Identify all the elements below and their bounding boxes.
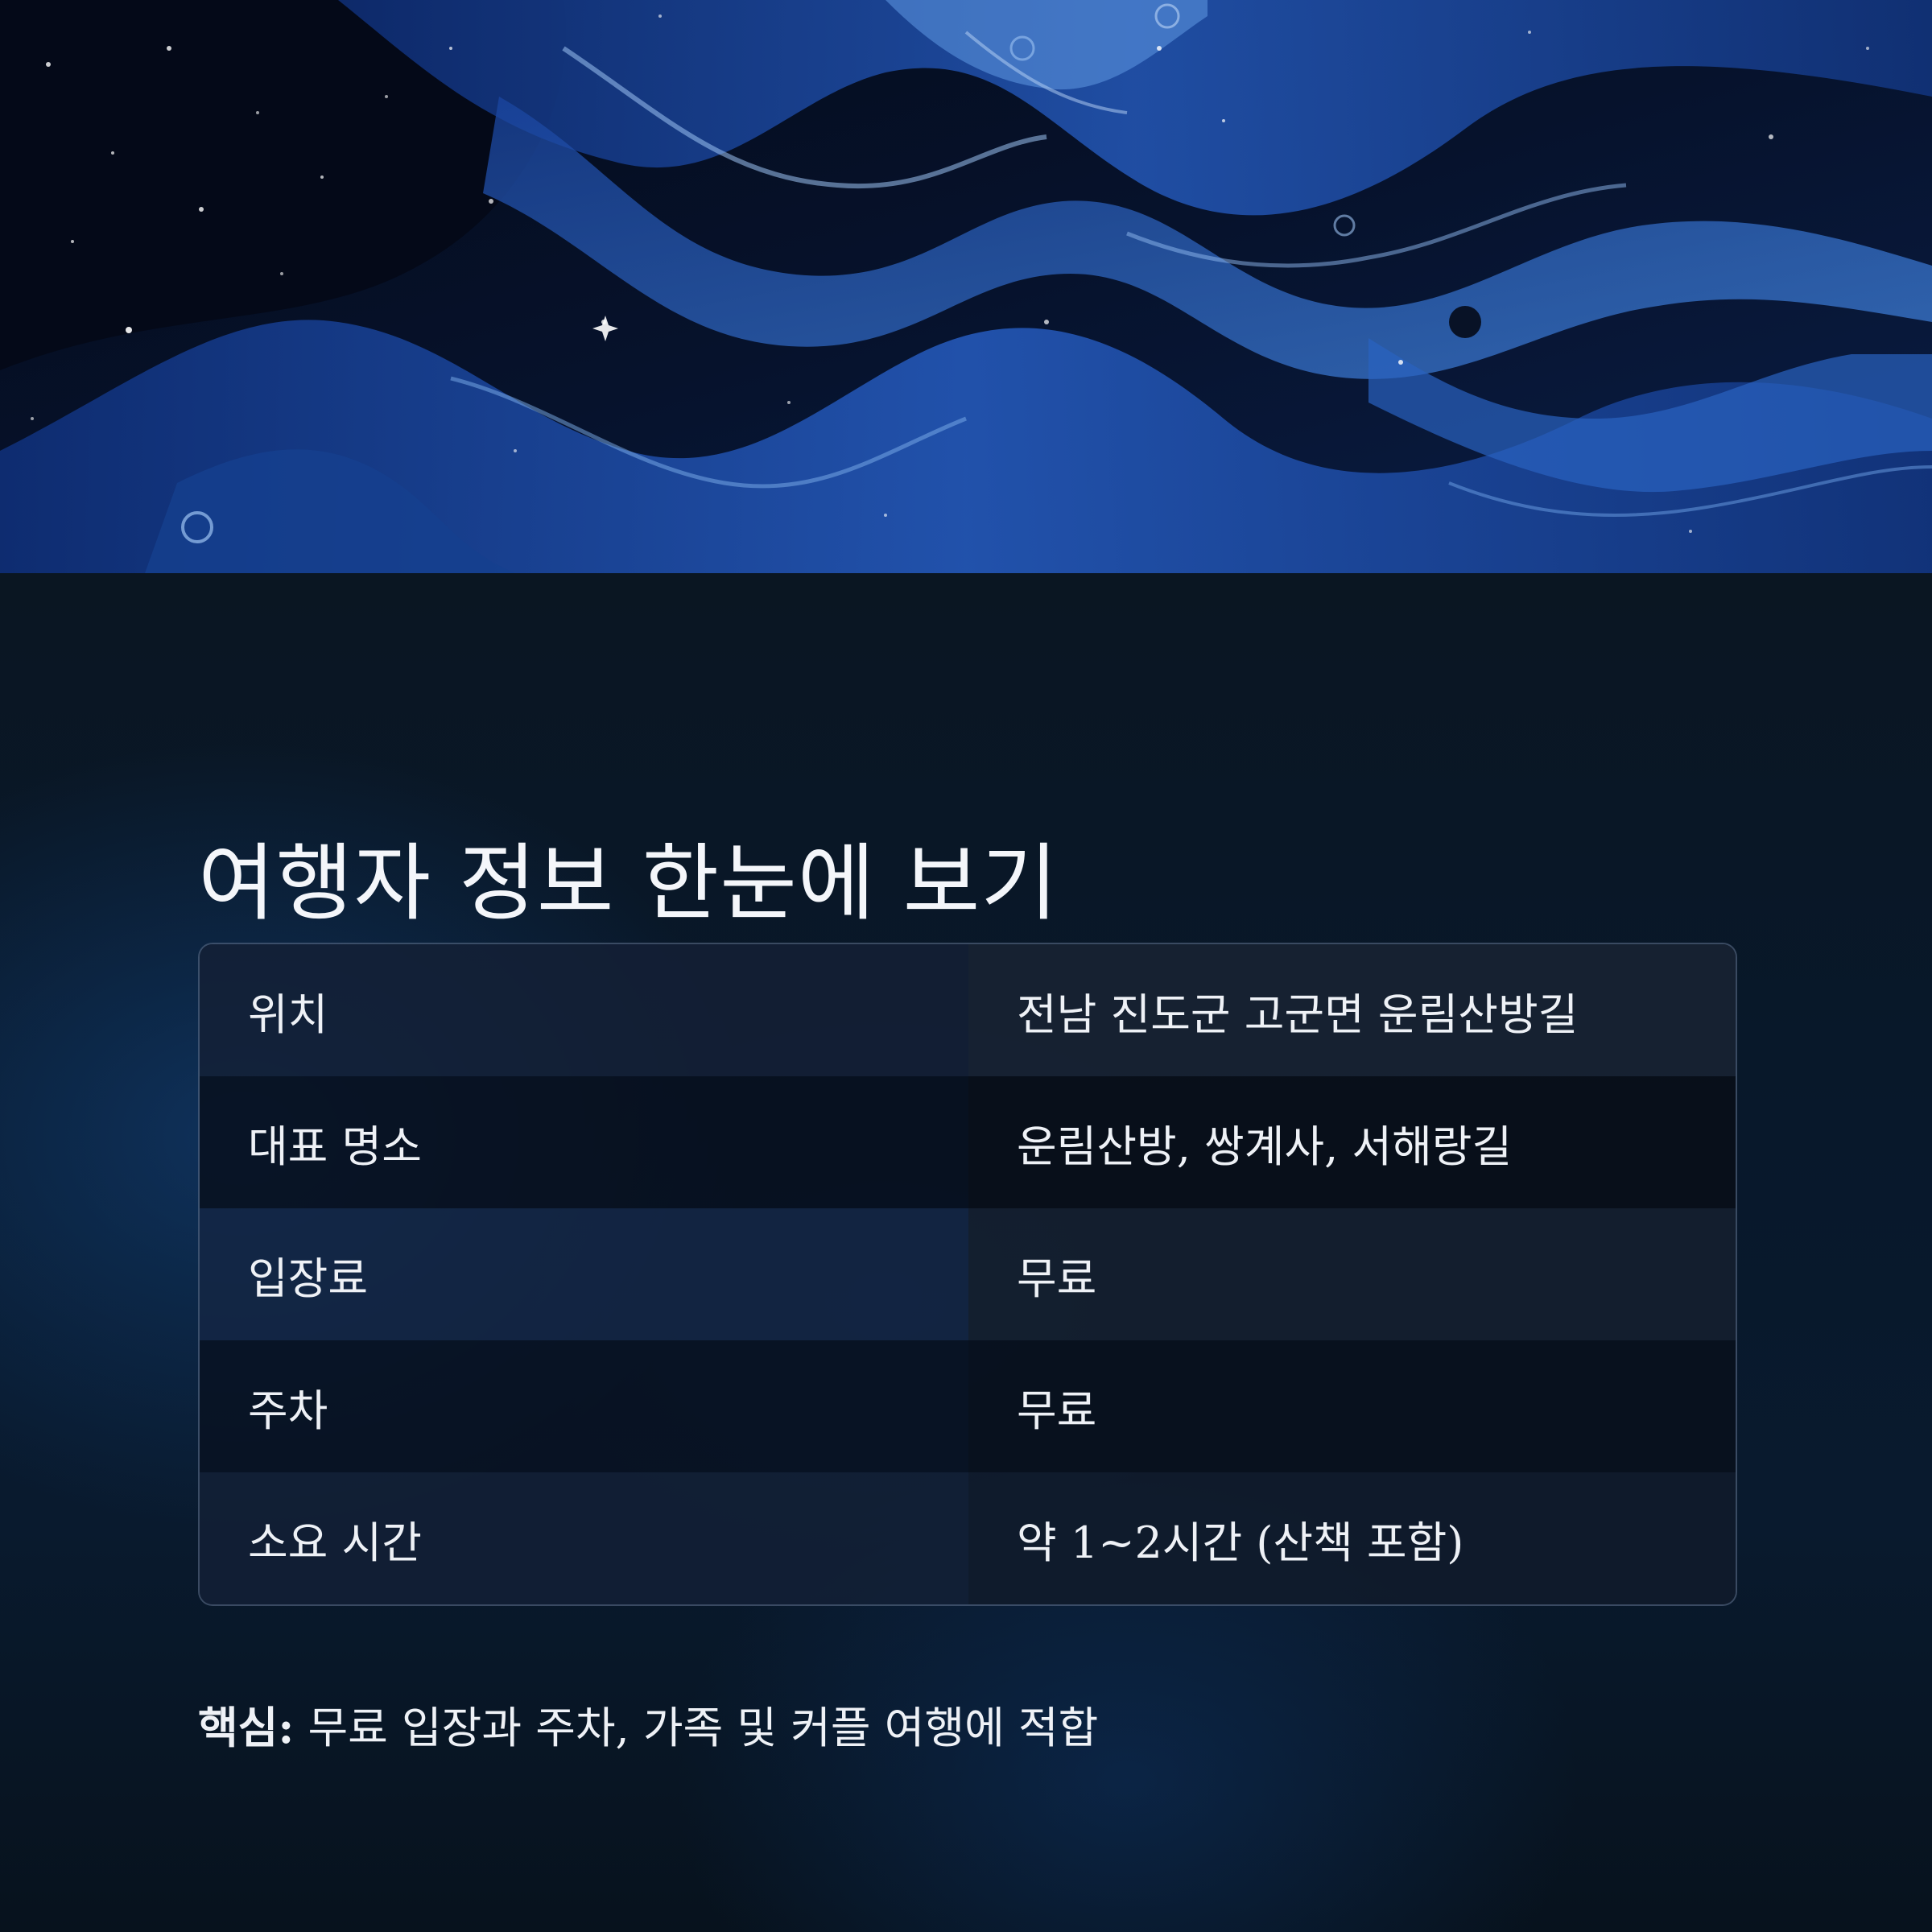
- row-value-parking: 무료: [968, 1340, 1736, 1472]
- row-value-location: 전남 진도군 고군면 운림산방길: [968, 944, 1736, 1076]
- page-title: 여행자 정보 한눈에 보기: [198, 833, 1059, 932]
- row-label-admission: 입장료: [200, 1208, 968, 1340]
- row-value-admission: 무료: [968, 1208, 1736, 1340]
- row-label-parking: 주차: [200, 1340, 968, 1472]
- row-label-duration: 소요 시간: [200, 1472, 968, 1604]
- summary-lead: 핵심:: [198, 1702, 295, 1753]
- table-row: 소요 시간 약 1~2시간 (산책 포함): [200, 1472, 1736, 1604]
- hero-image: [0, 0, 1932, 573]
- summary-note: 핵심: 무료 입장과 주차, 가족 및 커플 여행에 적합: [198, 1702, 1098, 1755]
- row-value-duration: 약 1~2시간 (산책 포함): [968, 1472, 1736, 1604]
- table-row: 위치 전남 진도군 고군면 운림산방길: [200, 944, 1736, 1076]
- row-label-location: 위치: [200, 944, 968, 1076]
- info-table: 위치 전남 진도군 고군면 운림산방길 대표 명소 운림산방, 쌍계사, 서해랑…: [198, 943, 1737, 1606]
- summary-text: 무료 입장과 주차, 가족 및 커플 여행에 적합: [294, 1703, 1099, 1753]
- table-row: 주차 무료: [200, 1340, 1736, 1472]
- row-label-attractions: 대표 명소: [200, 1076, 968, 1208]
- table-row: 입장료 무료: [200, 1208, 1736, 1340]
- row-value-attractions: 운림산방, 쌍계사, 서해랑길: [968, 1076, 1736, 1208]
- table-row: 대표 명소 운림산방, 쌍계사, 서해랑길: [200, 1076, 1736, 1208]
